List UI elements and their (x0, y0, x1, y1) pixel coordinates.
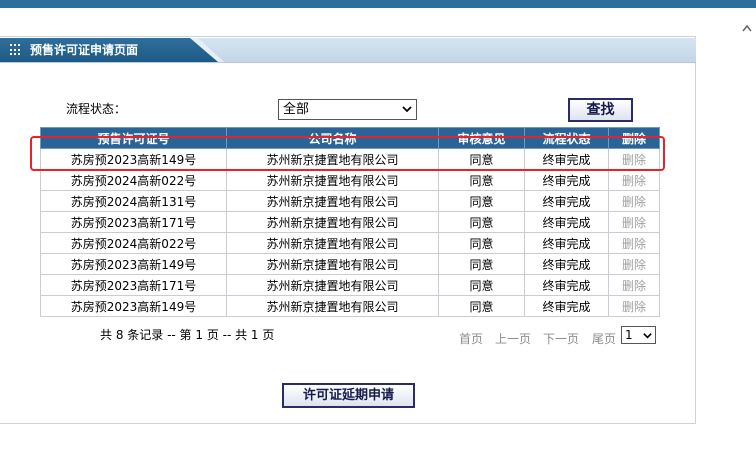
table-row: 苏房预2023高新149号 苏州新京捷置地有限公司 同意 终审完成 删除 (40, 253, 660, 275)
highlight-annotation (30, 136, 665, 171)
status-select[interactable]: 全部 (278, 99, 417, 120)
status-cell: 终审完成 (524, 274, 609, 296)
top-banner-bar (0, 0, 756, 8)
permit-no-cell: 苏房预2023高新149号 (40, 295, 227, 317)
table-row: 苏房预2023高新171号 苏州新京捷置地有限公司 同意 终审完成 删除 (40, 211, 660, 233)
company-cell: 苏州新京捷置地有限公司 (226, 211, 439, 233)
chevron-down-icon (402, 106, 412, 113)
review-cell: 同意 (438, 190, 525, 212)
table-row: 苏房预2023高新149号 苏州新京捷置地有限公司 同意 终审完成 删除 (40, 295, 660, 317)
permit-no-cell: 苏房预2023高新171号 (40, 211, 227, 233)
status-cell: 终审完成 (524, 169, 609, 191)
scroll-up-arrow-icon[interactable] (742, 24, 752, 32)
table-row: 苏房预2024高新022号 苏州新京捷置地有限公司 同意 终审完成 删除 (40, 232, 660, 254)
permit-no-cell: 苏房预2024高新022号 (40, 169, 227, 191)
delete-link[interactable]: 删除 (608, 211, 660, 233)
review-cell: 同意 (438, 169, 525, 191)
scrollbar[interactable] (739, 8, 756, 476)
company-cell: 苏州新京捷置地有限公司 (226, 253, 439, 275)
delete-link[interactable]: 删除 (608, 190, 660, 212)
status-select-value: 全部 (283, 102, 310, 117)
table-row: 苏房预2024高新022号 苏州新京捷置地有限公司 同意 终审完成 删除 (40, 169, 660, 191)
pager-summary: 共 8 条记录 -- 第 1 页 -- 共 1 页 (100, 328, 275, 342)
dots-icon (10, 44, 22, 56)
delete-link[interactable]: 删除 (608, 295, 660, 317)
pager-next-link[interactable]: 下一页 (543, 330, 579, 347)
permit-no-cell: 苏房预2023高新149号 (40, 253, 227, 275)
permit-no-cell: 苏房预2024高新131号 (40, 190, 227, 212)
delete-link[interactable]: 删除 (608, 232, 660, 254)
review-cell: 同意 (438, 232, 525, 254)
review-cell: 同意 (438, 253, 525, 275)
delete-link[interactable]: 删除 (608, 169, 660, 191)
status-cell: 终审完成 (524, 232, 609, 254)
company-cell: 苏州新京捷置地有限公司 (226, 232, 439, 254)
table-row: 苏房预2024高新131号 苏州新京捷置地有限公司 同意 终审完成 删除 (40, 190, 660, 212)
permit-no-cell: 苏房预2024高新022号 (40, 232, 227, 254)
page-select-value: 1 (625, 328, 633, 342)
review-cell: 同意 (438, 211, 525, 233)
pager-first-link[interactable]: 首页 (459, 330, 483, 347)
table-row: 苏房预2023高新171号 苏州新京捷置地有限公司 同意 终审完成 删除 (40, 274, 660, 296)
page-select[interactable]: 1 (621, 326, 656, 344)
status-cell: 终审完成 (524, 190, 609, 212)
delete-link[interactable]: 删除 (608, 274, 660, 296)
status-cell: 终审完成 (524, 211, 609, 233)
company-cell: 苏州新京捷置地有限公司 (226, 295, 439, 317)
status-label: 流程状态： (66, 102, 127, 116)
review-cell: 同意 (438, 274, 525, 296)
status-cell: 终审完成 (524, 295, 609, 317)
permit-no-cell: 苏房预2023高新171号 (40, 274, 227, 296)
company-cell: 苏州新京捷置地有限公司 (226, 190, 439, 212)
status-cell: 终审完成 (524, 253, 609, 275)
company-cell: 苏州新京捷置地有限公司 (226, 169, 439, 191)
delete-link[interactable]: 删除 (608, 253, 660, 275)
chevron-down-icon (643, 333, 652, 339)
review-cell: 同意 (438, 295, 525, 317)
search-button[interactable]: 查找 (568, 98, 633, 122)
pager-last-link[interactable]: 尾页 (592, 330, 616, 347)
extend-permit-button[interactable]: 许可证延期申请 (282, 383, 415, 408)
pager-prev-link[interactable]: 上一页 (495, 330, 531, 347)
page-title: 预售许可证申请页面 (30, 43, 139, 57)
company-cell: 苏州新京捷置地有限公司 (226, 274, 439, 296)
